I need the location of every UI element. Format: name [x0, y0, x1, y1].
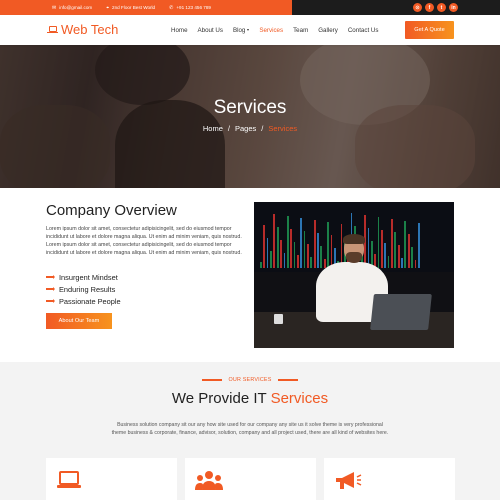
overview-paragraph: Lorem ipsum dolor sit amet, consectetur …: [46, 226, 242, 256]
rss-icon[interactable]: ⊙: [413, 3, 422, 12]
nav-item-team[interactable]: Team: [293, 27, 308, 34]
overview-list: Insurgent Mindset Enduring Results Passi…: [46, 271, 121, 307]
brand-logo[interactable]: Web Tech: [47, 22, 118, 37]
arrow-right-icon: [46, 274, 55, 280]
phone-icon: ✆: [169, 4, 174, 11]
brand-name: Web Tech: [61, 22, 119, 37]
megaphone-icon: [336, 472, 362, 489]
nav-item-contact-us[interactable]: Contact Us: [348, 27, 379, 34]
list-item: Passionate People: [46, 295, 121, 307]
breadcrumb-current: Services: [268, 124, 298, 133]
nav-item-blog[interactable]: Blog: [232, 26, 250, 34]
services-description: Business solution company sit our any ho…: [111, 422, 389, 436]
list-item: Insurgent Mindset: [46, 271, 121, 283]
service-card[interactable]: [324, 458, 455, 500]
nav-item-services[interactable]: Services: [259, 27, 283, 34]
overview-photo: [254, 202, 454, 348]
services-kicker: OUR SERVICES: [0, 377, 500, 383]
twitter-icon[interactable]: t: [437, 3, 446, 12]
phone-text: +91 123 456 789: [176, 5, 211, 10]
breadcrumb-home[interactable]: Home: [203, 124, 223, 133]
laptop-icon: [47, 25, 58, 34]
users-icon: [195, 471, 223, 490]
services-kicker-text: OUR SERVICES: [228, 377, 272, 383]
address-info: ⌖ 2nd Floor Best World: [106, 5, 155, 11]
get-a-quote-button[interactable]: Get A Quote: [405, 21, 454, 39]
services-heading: We Provide IT Services: [171, 390, 329, 407]
main-navbar: Web Tech Home About Us Blog Services Tea…: [0, 15, 500, 45]
service-card[interactable]: [185, 458, 316, 500]
page-title: Services: [213, 97, 287, 118]
overview-heading: Company Overview: [46, 202, 177, 219]
list-item: Enduring Results: [46, 283, 121, 295]
linkedin-icon[interactable]: in: [449, 3, 458, 12]
contact-info-bar: ✉ info@gmail.com ⌖ 2nd Floor Best World …: [0, 0, 292, 15]
breadcrumb: Home / Pages / Services: [202, 124, 298, 133]
about-our-team-button[interactable]: About Our Team: [46, 313, 112, 329]
breadcrumb-pages[interactable]: Pages: [235, 124, 256, 133]
nav-item-blog-label: Blog: [232, 26, 246, 34]
nav-menu: Home About Us Blog Services Team Gallery…: [171, 15, 388, 45]
caret-down-icon: [247, 29, 250, 31]
map-marker-icon: ⌖: [106, 4, 110, 11]
phone-info[interactable]: ✆ +91 123 456 789: [169, 5, 211, 11]
arrow-right-icon: [46, 298, 55, 304]
address-text: 2nd Floor Best World: [112, 5, 156, 10]
nav-item-home[interactable]: Home: [171, 27, 188, 34]
social-bar: ⊙ f t in: [292, 0, 500, 15]
nav-item-about-us[interactable]: About Us: [198, 27, 223, 34]
nav-item-gallery[interactable]: Gallery: [318, 27, 338, 34]
top-bar: ✉ info@gmail.com ⌖ 2nd Floor Best World …: [0, 0, 500, 15]
facebook-icon[interactable]: f: [425, 3, 434, 12]
service-card[interactable]: [46, 458, 177, 500]
arrow-right-icon: [46, 286, 55, 292]
laptop-icon: [57, 471, 81, 488]
envelope-icon: ✉: [52, 4, 57, 11]
email-text: info@gmail.com: [59, 5, 93, 10]
email-info[interactable]: ✉ info@gmail.com: [52, 5, 92, 11]
